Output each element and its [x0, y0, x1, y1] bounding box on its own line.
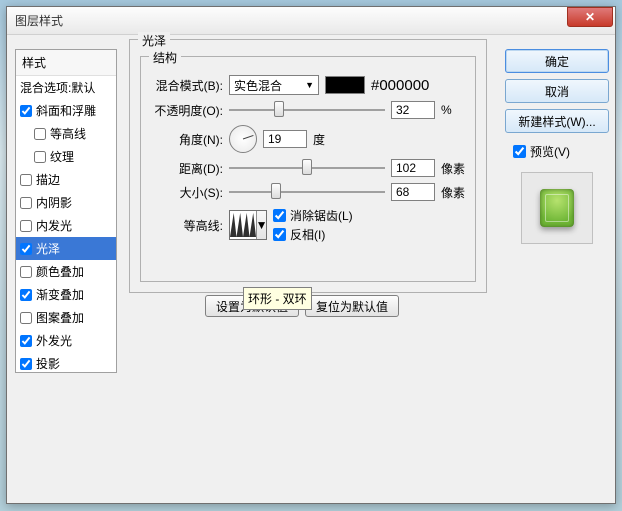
style-item-texture[interactable]: 纹理	[16, 145, 116, 168]
preview-swatch	[521, 172, 593, 244]
distance-unit: 像素	[441, 160, 471, 177]
contour-row: 等高线: ▼ 消除锯齿(L) 反相(I)	[145, 207, 471, 243]
opacity-input[interactable]: 32	[391, 101, 435, 119]
distance-label: 距离(D):	[145, 160, 223, 177]
styles-header[interactable]: 样式	[16, 50, 116, 76]
window-title: 图层样式	[15, 12, 567, 29]
satin-panel: 光泽 结构 混合模式(B): 实色混合▼ #000000 不透明度(O): 32…	[129, 39, 487, 293]
angle-dial[interactable]	[229, 125, 257, 153]
color-swatch[interactable]	[325, 76, 365, 94]
blend-mode-select[interactable]: 实色混合▼	[229, 75, 319, 95]
anti-alias-checkbox[interactable]: 消除锯齿(L)	[273, 207, 353, 224]
style-check-outer-glow[interactable]	[20, 335, 32, 347]
layer-style-dialog: 图层样式 ✕ 样式 混合选项:默认 斜面和浮雕 等高线 纹理 描边 内阴影 内发…	[6, 6, 616, 504]
blend-mode-row: 混合模式(B): 实色混合▼ #000000	[145, 75, 471, 95]
titlebar[interactable]: 图层样式 ✕	[7, 7, 615, 35]
close-button[interactable]: ✕	[567, 7, 613, 27]
reset-default-button[interactable]: 复位为默认值	[305, 295, 399, 317]
contour-dropdown[interactable]: ▼	[256, 211, 266, 239]
distance-slider[interactable]	[229, 159, 385, 177]
style-check-bevel[interactable]	[20, 105, 32, 117]
size-input[interactable]: 68	[391, 183, 435, 201]
style-item-drop-shadow[interactable]: 投影	[16, 352, 116, 375]
style-check-drop-shadow[interactable]	[20, 358, 32, 370]
style-item-contour[interactable]: 等高线	[16, 122, 116, 145]
style-item-inner-glow[interactable]: 内发光	[16, 214, 116, 237]
invert-checkbox[interactable]: 反相(I)	[273, 226, 353, 243]
blend-mode-label: 混合模式(B):	[145, 77, 223, 94]
opacity-row: 不透明度(O): 32 %	[145, 101, 471, 119]
contour-picker[interactable]: ▼	[229, 210, 267, 240]
cancel-button[interactable]: 取消	[505, 79, 609, 103]
close-icon: ✕	[585, 10, 595, 24]
styles-list: 样式 混合选项:默认 斜面和浮雕 等高线 纹理 描边 内阴影 内发光 光泽 颜色…	[15, 49, 117, 373]
size-row: 大小(S): 68 像素	[145, 183, 471, 201]
distance-row: 距离(D): 102 像素	[145, 159, 471, 177]
opacity-unit: %	[441, 103, 471, 117]
opacity-slider[interactable]	[229, 101, 385, 119]
style-check-pattern-overlay[interactable]	[20, 312, 32, 324]
style-item-outer-glow[interactable]: 外发光	[16, 329, 116, 352]
distance-input[interactable]: 102	[391, 159, 435, 177]
right-column: 确定 取消 新建样式(W)... 预览(V)	[505, 49, 609, 250]
preview-thumbnail	[540, 189, 574, 227]
structure-label: 结构	[149, 49, 181, 66]
contour-preview	[230, 211, 256, 239]
contour-tooltip: 环形 - 双环	[243, 287, 312, 310]
new-style-button[interactable]: 新建样式(W)...	[505, 109, 609, 133]
dialog-body: 样式 混合选项:默认 斜面和浮雕 等高线 纹理 描边 内阴影 内发光 光泽 颜色…	[7, 35, 615, 503]
style-check-stroke[interactable]	[20, 174, 32, 186]
size-label: 大小(S):	[145, 184, 223, 201]
structure-group: 结构 混合模式(B): 实色混合▼ #000000 不透明度(O): 32 % …	[140, 56, 476, 282]
style-check-contour[interactable]	[34, 128, 46, 140]
angle-row: 角度(N): 19 度	[145, 125, 471, 153]
style-check-inner-glow[interactable]	[20, 220, 32, 232]
style-item-bevel[interactable]: 斜面和浮雕	[16, 99, 116, 122]
ok-button[interactable]: 确定	[505, 49, 609, 73]
chevron-down-icon: ▼	[305, 80, 314, 90]
style-item-satin[interactable]: 光泽	[16, 237, 116, 260]
style-item-color-overlay[interactable]: 颜色叠加	[16, 260, 116, 283]
opacity-label: 不透明度(O):	[145, 102, 223, 119]
panel-title: 光泽	[138, 32, 170, 49]
chevron-down-icon: ▼	[256, 218, 268, 232]
size-unit: 像素	[441, 184, 471, 201]
color-hex: #000000	[371, 77, 429, 94]
angle-label: 角度(N):	[145, 131, 223, 148]
style-check-gradient-overlay[interactable]	[20, 289, 32, 301]
style-item-inner-shadow[interactable]: 内阴影	[16, 191, 116, 214]
contour-label: 等高线:	[145, 217, 223, 234]
size-slider[interactable]	[229, 183, 385, 201]
angle-input[interactable]: 19	[263, 130, 307, 148]
preview-checkbox[interactable]: 预览(V)	[513, 143, 609, 160]
blending-options-item[interactable]: 混合选项:默认	[16, 76, 116, 99]
style-item-stroke[interactable]: 描边	[16, 168, 116, 191]
style-item-pattern-overlay[interactable]: 图案叠加	[16, 306, 116, 329]
style-check-color-overlay[interactable]	[20, 266, 32, 278]
style-check-satin[interactable]	[20, 243, 32, 255]
style-item-gradient-overlay[interactable]: 渐变叠加	[16, 283, 116, 306]
style-check-inner-shadow[interactable]	[20, 197, 32, 209]
angle-unit: 度	[313, 131, 343, 148]
style-check-texture[interactable]	[34, 151, 46, 163]
